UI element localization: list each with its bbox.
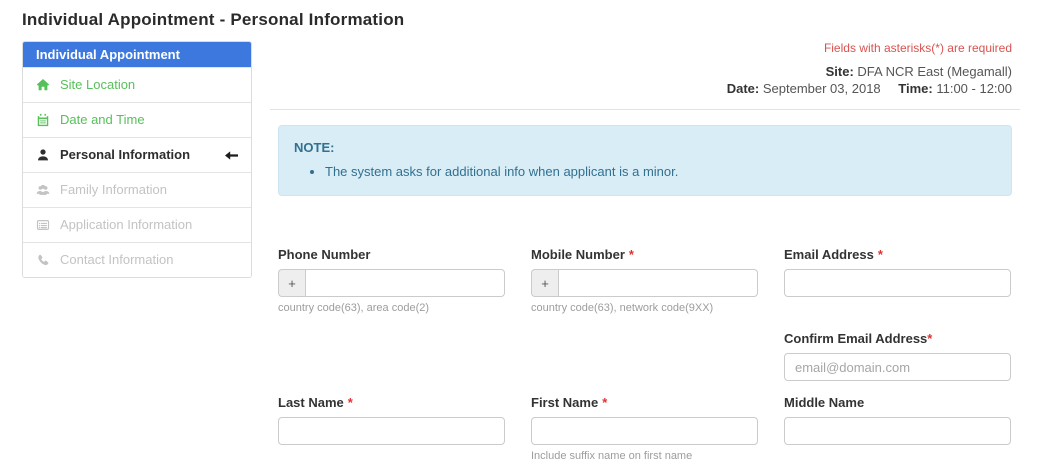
sidebar-item-label: Contact Information — [60, 252, 173, 268]
minor-note-alert: NOTE: The system asks for additional inf… — [278, 125, 1012, 196]
page-title: Individual Appointment - Personal Inform… — [22, 10, 1020, 30]
required-asterisk: * — [629, 247, 634, 262]
first-name-label: First Name* — [531, 396, 758, 410]
sidebar-item-contact-information: Contact Information — [23, 242, 251, 277]
appointment-page: Individual Appointment - Personal Inform… — [0, 0, 1042, 463]
sidebar-item-label: Application Information — [60, 217, 192, 233]
time-value: 11:00 - 12:00 — [936, 81, 1012, 96]
sidebar-item-personal-information: Personal Information — [23, 137, 251, 172]
sidebar-header: Individual Appointment — [23, 42, 251, 67]
arrow-left-icon — [224, 149, 239, 162]
note-list: The system asks for additional info when… — [294, 163, 996, 180]
appointment-summary: Fields with asterisks(*) are required Si… — [270, 41, 1020, 110]
required-asterisk: * — [602, 395, 607, 410]
phone-icon — [35, 253, 50, 268]
sidebar-item-application-information: Application Information — [23, 207, 251, 242]
calendar-icon — [35, 113, 50, 128]
mobile-number-help: country code(63), network code(9XX) — [531, 302, 758, 315]
phone-number-field-group: Phone Number + country code(63), area co… — [278, 248, 505, 315]
last-name-input[interactable] — [278, 417, 505, 445]
required-fields-note: Fields with asterisks(*) are required — [278, 41, 1012, 56]
note-item: The system asks for additional info when… — [325, 163, 996, 180]
sidebar-item-label: Date and Time — [60, 112, 145, 128]
first-name-field-group: First Name* Include suffix name on first… — [531, 396, 758, 463]
sidebar-item-label: Personal Information — [60, 147, 190, 163]
last-name-field-group: Last Name* — [278, 396, 505, 463]
required-asterisk: * — [878, 247, 883, 262]
first-name-help: Include suffix name on first name — [531, 450, 758, 463]
plus-prefix-addon: + — [531, 269, 558, 297]
confirm-email-input[interactable] — [784, 353, 1011, 381]
email-address-field-group: Email Address* — [784, 248, 1011, 315]
confirm-email-label: Confirm Email Address* — [784, 332, 1011, 346]
main-content: Fields with asterisks(*) are required Si… — [270, 41, 1020, 463]
required-asterisk: * — [927, 331, 932, 346]
sidebar-item-label: Site Location — [60, 77, 135, 93]
mobile-number-input[interactable] — [558, 269, 758, 297]
required-asterisk: * — [348, 395, 353, 410]
time-part: Time: 11:00 - 12:00 — [898, 81, 1012, 96]
time-label: Time: — [898, 81, 932, 96]
last-name-label: Last Name* — [278, 396, 505, 410]
steps-sidebar: Individual Appointment Site Location Dat… — [22, 41, 252, 278]
site-label: Site: — [826, 64, 854, 79]
datetime-line: Date: September 03, 2018 Time: 11:00 - 1… — [278, 80, 1012, 97]
email-address-input[interactable] — [784, 269, 1011, 297]
confirm-email-field-group: Confirm Email Address* — [784, 332, 1011, 381]
middle-name-input[interactable] — [784, 417, 1011, 445]
middle-name-field-group: Middle Name — [784, 396, 1011, 463]
date-label: Date: — [727, 81, 760, 96]
phone-number-label: Phone Number — [278, 248, 505, 262]
users-icon — [35, 183, 50, 198]
mobile-number-label: Mobile Number* — [531, 248, 758, 262]
mobile-number-field-group: Mobile Number* + country code(63), netwo… — [531, 248, 758, 315]
user-icon — [35, 148, 50, 163]
plus-prefix-addon: + — [278, 269, 305, 297]
list-alt-icon — [35, 218, 50, 233]
sidebar-item-site-location[interactable]: Site Location — [23, 67, 251, 102]
date-value: September 03, 2018 — [763, 81, 881, 96]
site-value: DFA NCR East (Megamall) — [857, 64, 1012, 79]
phone-number-input[interactable] — [305, 269, 505, 297]
note-title: NOTE: — [294, 140, 996, 155]
home-icon — [35, 78, 50, 93]
sidebar-item-label: Family Information — [60, 182, 167, 198]
sidebar-item-family-information: Family Information — [23, 172, 251, 207]
phone-number-help: country code(63), area code(2) — [278, 302, 505, 315]
site-line: Site: DFA NCR East (Megamall) — [278, 63, 1012, 80]
email-address-label: Email Address* — [784, 248, 1011, 262]
sidebar-item-date-and-time[interactable]: Date and Time — [23, 102, 251, 137]
middle-name-label: Middle Name — [784, 396, 1011, 410]
first-name-input[interactable] — [531, 417, 758, 445]
